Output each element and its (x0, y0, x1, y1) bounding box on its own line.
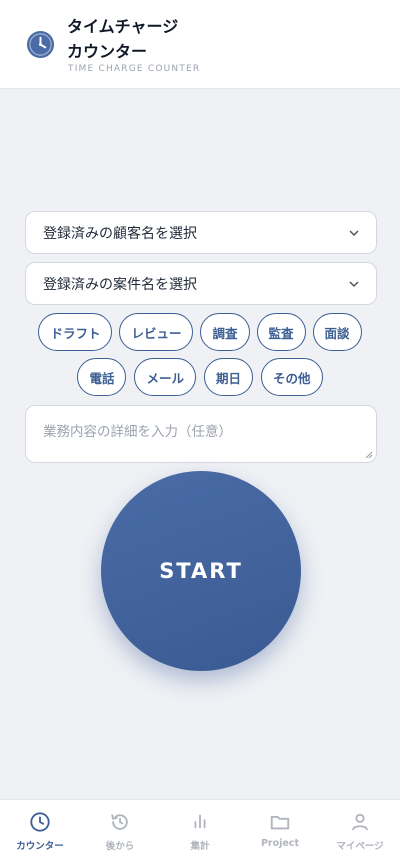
nav-item-mypage[interactable]: マイページ (320, 800, 400, 864)
history-icon (111, 814, 128, 830)
client-select-value: 登録済みの顧客名を選択 (43, 225, 197, 242)
chip-draft[interactable]: ドラフト (38, 313, 113, 351)
task-chips-row-2: 電話 メール 期日 その他 (0, 358, 400, 396)
case-select-value: 登録済みの案件名を選択 (43, 276, 197, 293)
app-title: タイムチャージ カウンター (67, 14, 267, 64)
chip-other[interactable]: その他 (261, 358, 323, 396)
chevron-down-icon (349, 230, 359, 237)
case-select[interactable]: 登録済みの案件名を選択 (25, 262, 377, 305)
user-icon (352, 813, 368, 831)
chip-deadline[interactable]: 期日 (204, 358, 254, 396)
nav-item-project[interactable]: Project (240, 800, 320, 864)
details-placeholder: 業務内容の詳細を入力（任意） (43, 424, 232, 440)
resize-handle-icon[interactable] (365, 451, 373, 459)
app-header: タイムチャージ カウンター TIME CHARGE COUNTER (0, 0, 400, 89)
details-textarea[interactable]: 業務内容の詳細を入力（任意） (25, 405, 377, 463)
nav-item-counter[interactable]: カウンター (0, 800, 80, 864)
app-title-line1: タイムチャージ (67, 17, 179, 36)
chip-review[interactable]: レビュー (119, 313, 194, 351)
chip-phone[interactable]: 電話 (77, 358, 127, 396)
bottom-nav: カウンター 後から 集計 Project マイページ (0, 799, 400, 864)
nav-label-later: 後から (105, 841, 135, 852)
nav-item-later[interactable]: 後から (80, 800, 160, 864)
start-button[interactable]: START (101, 471, 301, 671)
folder-icon (270, 816, 290, 830)
nav-label-counter: カウンター (16, 841, 64, 852)
chip-email[interactable]: メール (134, 358, 196, 396)
nav-label-project: Project (260, 838, 300, 849)
chevron-down-icon (349, 281, 359, 288)
chip-meeting[interactable]: 面談 (312, 313, 362, 351)
bar-chart-icon (194, 814, 206, 829)
app-subtitle: TIME CHARGE COUNTER (68, 64, 201, 74)
nav-label-mypage: マイページ (336, 841, 384, 852)
app-title-line2: カウンター (67, 42, 148, 61)
task-chips-row-1: ドラフト レビュー 調査 監査 面談 (0, 313, 400, 351)
chip-audit[interactable]: 監査 (256, 313, 306, 351)
nav-label-summary: 集計 (190, 841, 210, 852)
clock-logo-icon (26, 30, 55, 59)
clock-icon (30, 812, 50, 832)
nav-item-summary[interactable]: 集計 (160, 800, 240, 864)
chip-research[interactable]: 調査 (200, 313, 250, 351)
client-select[interactable]: 登録済みの顧客名を選択 (25, 211, 377, 254)
